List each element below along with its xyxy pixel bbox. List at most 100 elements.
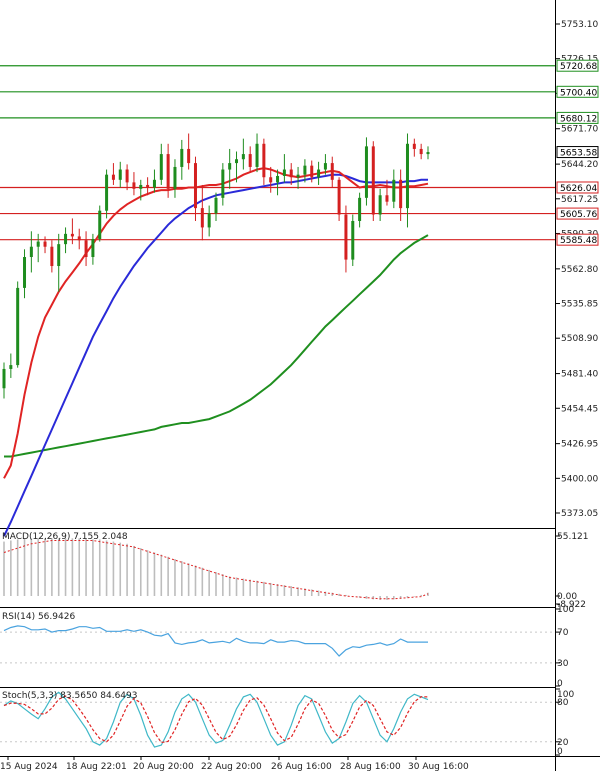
price-tick-label: 5426.95	[561, 440, 598, 450]
candle-body	[221, 169, 225, 198]
current-price-label: 5653.58	[560, 149, 597, 159]
rsi-tick-label: 30	[557, 659, 569, 669]
price-tick-label: 5454.45	[561, 404, 598, 414]
candle-body	[187, 148, 191, 164]
candle-body	[146, 184, 150, 188]
rsi-tick-label: 100	[557, 605, 574, 615]
candle-body	[255, 143, 259, 167]
candle-body	[303, 165, 307, 175]
candle-body	[405, 143, 409, 209]
candle-body	[248, 154, 252, 167]
trading-chart: 5753.105726.155699.205671.705644.205617.…	[0, 0, 600, 771]
candle-body	[152, 179, 156, 188]
candle	[98, 205, 102, 242]
rsi-tick-label: 70	[557, 628, 569, 638]
price-tick-label: 5671.70	[561, 125, 598, 135]
time-tick-label: 15 Aug 2024	[0, 762, 58, 771]
candle-body	[358, 197, 362, 221]
candle-body	[166, 154, 170, 189]
price-tick-label: 5508.90	[561, 334, 598, 344]
stoch-label: Stoch(5,3,3) 83.5650 84.6493	[2, 691, 137, 701]
candle-body	[419, 148, 423, 155]
candle-body	[344, 214, 348, 260]
candle-body	[351, 220, 355, 260]
candle-body	[36, 241, 40, 247]
candle-body	[269, 177, 273, 183]
candle-body	[57, 244, 61, 267]
candle-body	[2, 368, 6, 389]
candle-body	[426, 152, 430, 155]
candle-body	[282, 169, 286, 176]
candle-body	[111, 174, 115, 180]
candle-body	[84, 240, 88, 258]
time-tick-label: 30 Aug 16:00	[408, 762, 469, 771]
price-tick-label: 5481.40	[561, 370, 598, 380]
resistance-tag-label: 5680.12	[560, 114, 597, 124]
candle-body	[43, 241, 47, 247]
time-tick-label: 18 Aug 22:01	[66, 762, 127, 771]
candle-body	[296, 174, 300, 178]
candle-body	[392, 179, 396, 202]
candle	[364, 137, 368, 206]
rsi-tick-label: 0	[557, 679, 563, 689]
candle	[337, 177, 341, 221]
support-tag-label: 5626.04	[560, 184, 597, 194]
candle-body	[98, 210, 102, 240]
candle-body	[16, 287, 20, 366]
price-tick-label: 5644.20	[561, 160, 598, 170]
candle-body	[323, 163, 327, 170]
candle-body	[228, 163, 232, 170]
candle-body	[399, 179, 403, 209]
macd-label: MACD(12,26,9) 7.155 2.048	[2, 532, 128, 542]
candle-body	[173, 166, 177, 189]
candle-body	[276, 175, 280, 183]
candle-body	[29, 246, 33, 258]
candle-body	[241, 154, 245, 160]
macd-tick-label: 55.121	[557, 532, 589, 542]
resistance-tag-label: 5720.68	[560, 62, 597, 72]
time-tick-label: 28 Aug 16:00	[340, 762, 401, 771]
candle-body	[214, 197, 218, 214]
candle-body	[70, 233, 74, 237]
support-tag-label: 5585.48	[560, 236, 597, 246]
rsi-label: RSI(14) 56.9426	[2, 612, 75, 622]
candle-body	[125, 169, 129, 183]
candle-body	[9, 365, 13, 369]
stoch-tick-label: 0	[557, 747, 563, 757]
candle-body	[364, 146, 368, 198]
candle-body	[118, 169, 122, 180]
price-tick-label: 5617.25	[561, 195, 598, 205]
price-tick-label: 5753.10	[561, 20, 598, 30]
candle-body	[289, 169, 293, 178]
candle-body	[262, 143, 266, 178]
candle-body	[337, 179, 341, 215]
candle	[371, 141, 375, 221]
candle	[16, 281, 20, 368]
stoch-tick-label: 80	[557, 698, 569, 708]
candle-body	[378, 195, 382, 215]
candle-body	[132, 182, 136, 189]
candle-body	[317, 169, 321, 178]
support-tag-label: 5605.76	[560, 210, 597, 220]
price-tick-label: 5562.80	[561, 265, 598, 275]
candle-body	[310, 165, 314, 178]
candle-body	[330, 163, 334, 180]
time-tick-label: 22 Aug 20:00	[201, 762, 262, 771]
resistance-tag-label: 5700.40	[560, 88, 597, 98]
candle-body	[91, 239, 95, 258]
candle-body	[200, 208, 204, 228]
candle-body	[180, 148, 184, 167]
price-tick-label: 5373.05	[561, 509, 598, 519]
candle-body	[193, 163, 197, 209]
candle-body	[385, 195, 389, 202]
price-tick-label: 5535.85	[561, 300, 598, 310]
candle-body	[159, 154, 163, 180]
current-price-tag: 5653.58	[556, 146, 599, 159]
candle-body	[371, 146, 375, 215]
time-tick-label: 20 Aug 20:00	[133, 762, 194, 771]
candle-body	[412, 143, 416, 149]
price-tick-label: 5400.00	[561, 474, 598, 484]
candle-body	[139, 184, 143, 189]
candle-body	[50, 246, 54, 267]
candle-body	[235, 159, 239, 164]
